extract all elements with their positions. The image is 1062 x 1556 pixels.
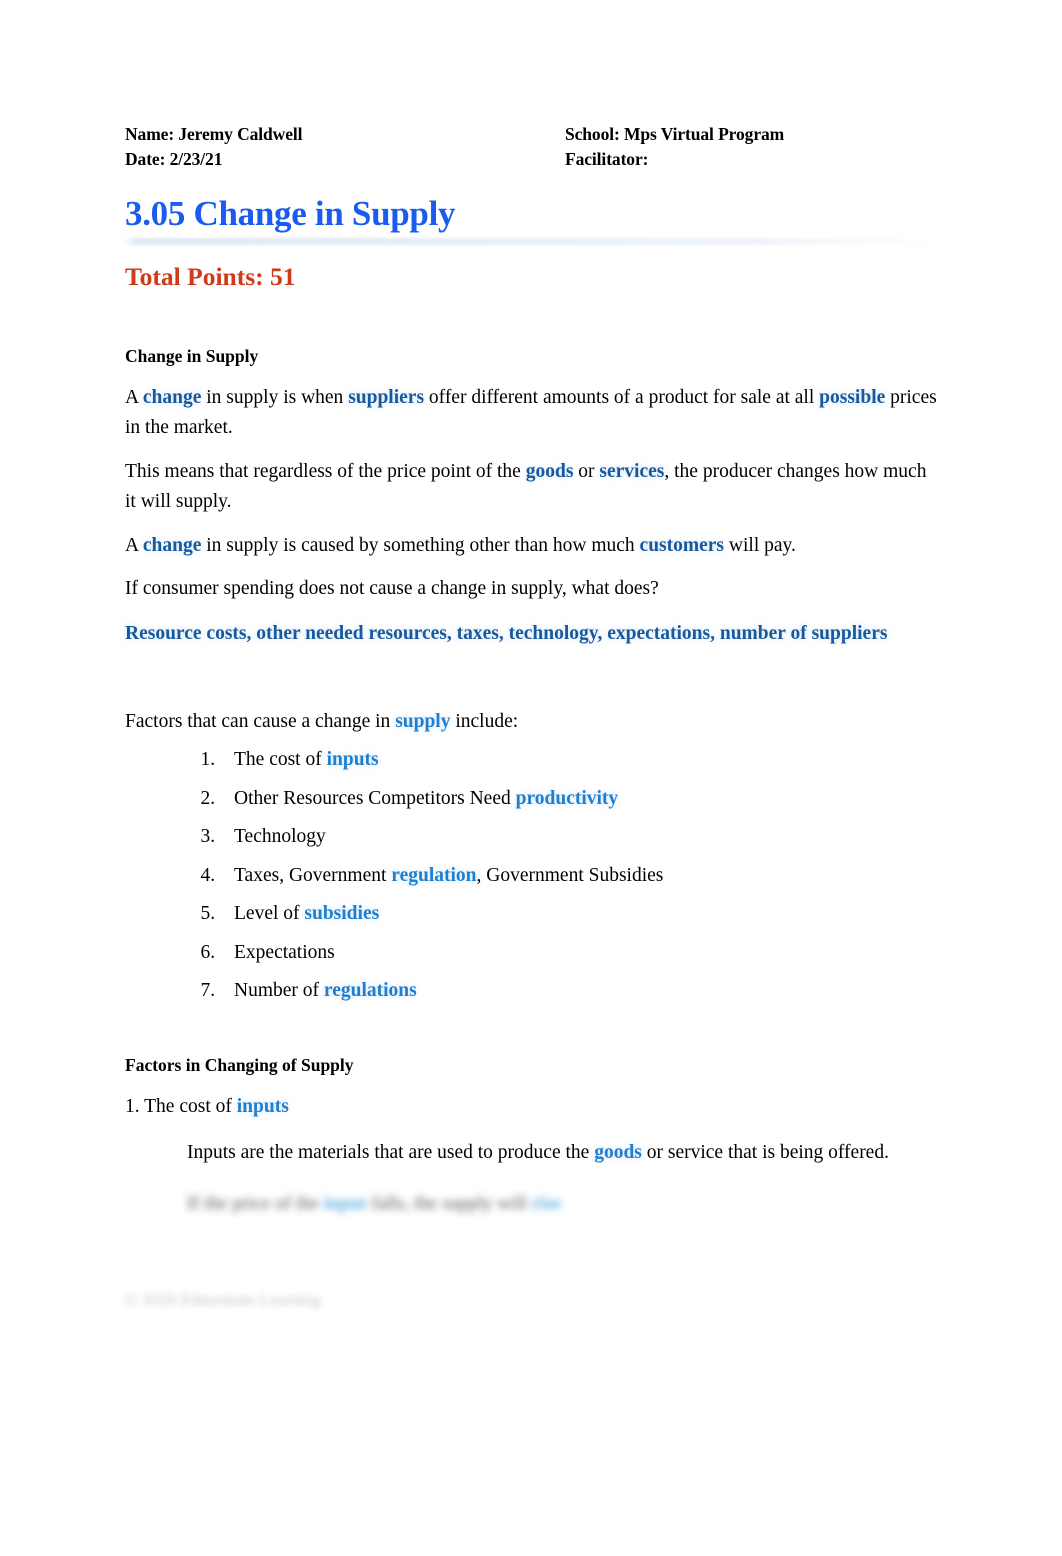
answer-inputs-2: inputs [236,1096,289,1117]
text-fragment: Level of [234,903,305,924]
answer-question-response: Resource costs, other needed resources, … [125,623,888,644]
text-fragment: Factors that can cause a change in [125,710,396,732]
answer-productivity: productivity [515,787,619,809]
text-fragment: A [125,387,143,408]
factors-list: The cost of inputs Other Resources Compe… [125,745,937,1005]
text-fragment: 1. The cost of [125,1096,237,1117]
factors-intro: Factors that can cause a change in suppl… [125,707,937,737]
facilitator-name: Facilitator: [565,148,649,169]
list-item: Number of regulations [220,976,937,1005]
answer-supply: supply [395,710,451,732]
page-title: 3.05 Change in Supply [125,194,456,233]
title-divider [123,238,943,245]
text-fragment: Other Resources Competitors Need [234,787,516,809]
answer-change-2: change [142,535,202,556]
assignment-date: Date: 2/23/21 [125,148,223,169]
subsection-item-1: 1. The cost of inputs [125,1092,937,1121]
answer-customers: customers [639,535,725,556]
paragraph-caused-by: A change in supply is caused by somethin… [125,531,937,561]
text-fragment: in supply is caused by something other t… [201,535,640,556]
answer-services: services [599,461,665,482]
section-heading-change-in-supply: Change in Supply [125,346,259,366]
text-fragment: falls, the supply will [366,1192,532,1214]
answer-goods-2: goods [594,1142,642,1163]
answer-regulations: regulations [323,980,417,1001]
section-heading-factors-in-changing: Factors in Changing of Supply [125,1055,354,1075]
answer-possible: possible [819,387,886,408]
header-row-name: Name: Jeremy Caldwell School: Mps Virtua… [125,122,937,147]
text-fragment: Expectations [234,941,335,963]
text-fragment: or service that is being offered. [641,1142,889,1163]
list-item: Taxes, Government regulation, Government… [220,861,937,890]
text-fragment: will pay. [724,535,796,556]
list-item: Level of subsidies [220,899,937,928]
list-item: Technology [220,822,937,851]
answer-obscured-2: rise [531,1192,562,1214]
student-name: Name: Jeremy Caldwell [125,124,303,144]
text-fragment: If the price of the [187,1192,324,1214]
header-row-date: Date: 2/23/21 Facilitator: [125,147,937,172]
text-fragment: A [125,535,143,556]
text-fragment: or [573,461,600,482]
text-fragment: in supply is when [201,387,349,408]
question-prompt: If consumer spending does not cause a ch… [125,577,659,599]
obscured-paragraph: If the price of the input falls, the sup… [187,1190,937,1218]
paragraph-definition: A change in supply is when suppliers off… [125,383,937,442]
paragraph-inputs-definition: Inputs are the materials that are used t… [125,1138,937,1168]
text-fragment: offer different amounts of a product for… [424,387,820,408]
list-item: Expectations [220,938,937,967]
text-fragment: , Government Subsidies [476,864,664,886]
footer-copyright: © 2020 Edmentum Learning [125,1290,321,1309]
school-name: School: Mps Virtual Program [565,124,785,144]
answer-inputs-1: inputs [326,749,379,770]
document-page: Name: Jeremy Caldwell School: Mps Virtua… [0,0,1062,1556]
text-fragment: The cost of [234,749,327,770]
answer-change-1: change [142,387,202,408]
answer-subsidies: subsidies [304,903,380,924]
text-fragment: This means that regardless of the price … [125,461,526,482]
text-fragment: Technology [234,826,326,847]
text-fragment: Taxes, Government [234,864,392,886]
text-fragment: Number of [234,980,324,1001]
paragraph-price-point: This means that regardless of the price … [125,457,937,516]
total-points-label: Total Points: 51 [125,262,296,291]
document-content: Name: Jeremy Caldwell School: Mps Virtua… [123,122,943,1218]
list-item: Other Resources Competitors Need product… [220,784,937,813]
answer-obscured-1: input [323,1192,367,1214]
answer-goods-1: goods [525,461,574,482]
text-fragment: include: [450,710,519,732]
answer-regulation: regulation [391,864,477,886]
text-fragment: Inputs are the materials that are used t… [187,1142,595,1163]
list-item: The cost of inputs [220,745,937,774]
student-info-header: Name: Jeremy Caldwell School: Mps Virtua… [125,122,937,171]
answer-suppliers: suppliers [348,387,425,408]
